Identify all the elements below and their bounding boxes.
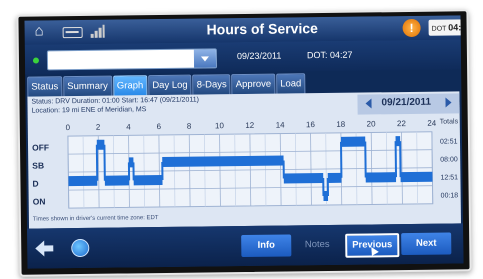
- tab-summary[interactable]: Summary: [63, 75, 113, 98]
- hour-tick-label: 12: [245, 120, 255, 130]
- bottom-bar: Info Notes Previous Next: [27, 223, 464, 269]
- notes-button[interactable]: Notes: [295, 234, 339, 257]
- hour-tick-label: 0: [65, 123, 71, 133]
- total-d: 12:51: [440, 174, 459, 182]
- dot-chip-value: 04:: [448, 22, 462, 33]
- total-off: 02:51: [439, 138, 458, 146]
- duty-segment-sb: [162, 155, 284, 167]
- dot-chip-label: DOT: [431, 25, 447, 33]
- back-arrow-icon[interactable]: [35, 240, 53, 256]
- duty-segment-off: [96, 139, 105, 150]
- duty-segment-d: [365, 172, 397, 183]
- row-label-sb: SB: [32, 160, 45, 171]
- totals-header: Totals: [439, 118, 459, 126]
- duty-segment-d: [400, 171, 433, 183]
- duty-segment-d: [283, 173, 324, 184]
- duty-segment-d: [68, 175, 98, 187]
- info-button[interactable]: Info: [241, 234, 292, 258]
- hour-tick-label: 22: [396, 119, 406, 129]
- dot-time: DOT: 04:27: [306, 49, 353, 61]
- graph-date: 09/21/2011: [381, 96, 432, 109]
- tab-load[interactable]: Load: [276, 73, 306, 95]
- driver-row: 09/23/2011 DOT: 04:27: [24, 39, 462, 75]
- total-sb: 08:00: [440, 156, 458, 164]
- signal-icon: [90, 24, 105, 38]
- location-line: Location: 19 mi ENE of Meridian, MS: [31, 106, 147, 115]
- row-label-on: ON: [32, 196, 46, 207]
- hour-tick-label: 14: [275, 120, 285, 130]
- date-navigator: 09/21/2011: [357, 93, 460, 115]
- duty-segment-d: [133, 174, 163, 186]
- hour-tick-label: 8: [186, 121, 192, 131]
- chevron-left-icon[interactable]: [365, 98, 372, 109]
- keyboard-icon[interactable]: [62, 26, 83, 39]
- driver-select[interactable]: [46, 48, 218, 71]
- chevron-right-icon[interactable]: [445, 97, 452, 108]
- hour-tick-label: 10: [214, 121, 224, 131]
- chevron-down-icon[interactable]: [193, 49, 217, 68]
- alert-icon[interactable]: !: [402, 18, 421, 38]
- dot-time-chip[interactable]: DOT 04:: [428, 19, 464, 36]
- tab-status[interactable]: Status: [27, 76, 63, 98]
- current-date: 09/23/2011: [236, 50, 282, 62]
- hour-tick-label: 18: [336, 119, 346, 129]
- hour-tick-label: 2: [95, 122, 101, 132]
- duty-segment-d: [327, 172, 342, 183]
- hour-tick-label: 6: [156, 122, 162, 132]
- tab-8-days[interactable]: 8-Days: [192, 74, 231, 96]
- hour-tick-label: 4: [126, 122, 131, 132]
- row-label-d: D: [32, 178, 39, 189]
- tab-approve[interactable]: Approve: [231, 73, 276, 96]
- tab-graph[interactable]: Graph: [112, 75, 148, 97]
- duty-segment-off: [340, 136, 366, 147]
- graph-panel: Status: DRV Duration: 01:00 Start: 16:47…: [27, 91, 461, 229]
- hour-tick-label: 20: [366, 119, 376, 129]
- duty-segment-d: [104, 175, 130, 186]
- home-icon[interactable]: ⌂: [35, 22, 51, 39]
- globe-icon[interactable]: [71, 238, 90, 258]
- page-title: Hours of Service: [206, 20, 318, 38]
- hour-tick-label: 16: [305, 120, 315, 130]
- total-on: 00:18: [440, 192, 459, 200]
- tab-day-log[interactable]: Day Log: [148, 74, 192, 97]
- row-label-off: OFF: [31, 142, 50, 153]
- next-button[interactable]: Next: [401, 232, 452, 256]
- device-frame: ⌂ Hours of Service ! DOT 04: 09/23/2011 …: [16, 9, 472, 277]
- online-status-icon: [32, 57, 40, 64]
- screen: ⌂ Hours of Service ! DOT 04: 09/23/2011 …: [24, 15, 464, 269]
- hour-tick-label: 24: [427, 118, 437, 128]
